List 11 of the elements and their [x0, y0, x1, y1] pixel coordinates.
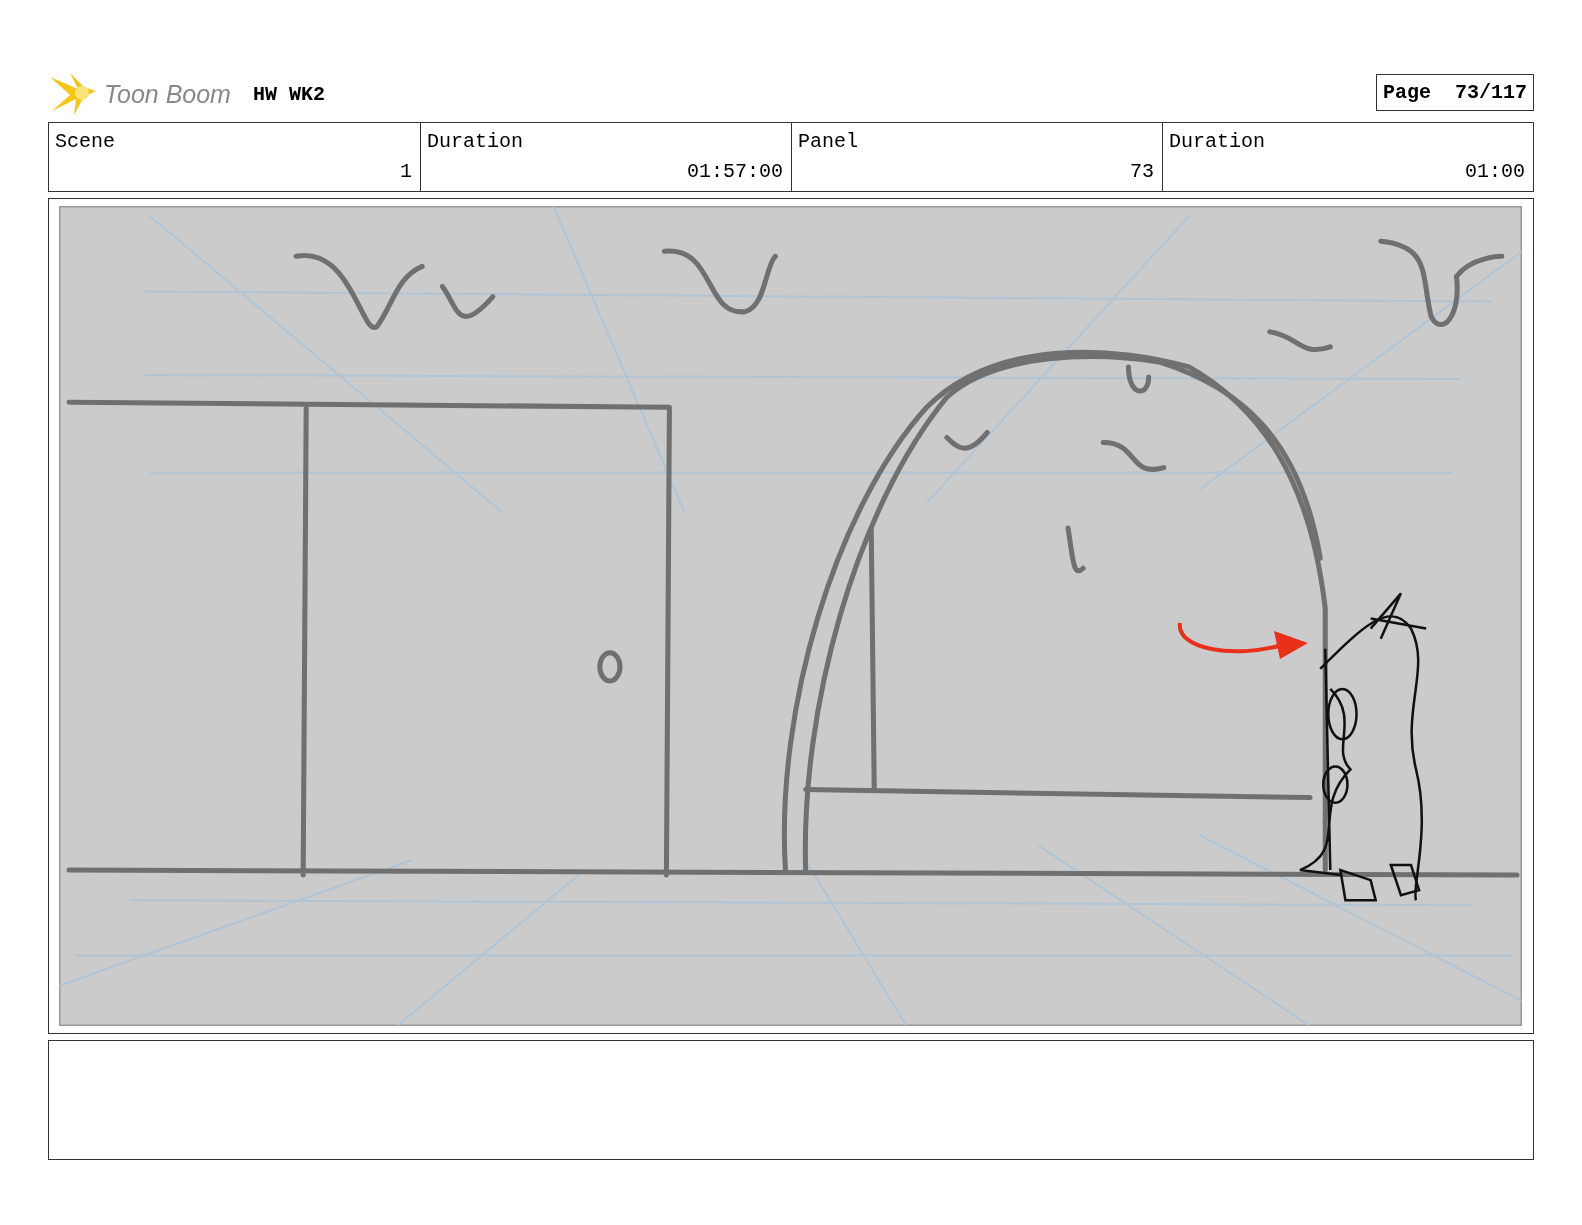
field-label: Duration	[1169, 129, 1266, 155]
field-value: 01:00	[1465, 159, 1525, 185]
field-value: 01:57:00	[687, 159, 783, 185]
project-title: HW WK2	[252, 82, 325, 106]
field-label: Duration	[427, 129, 524, 155]
field-value: 1	[400, 159, 412, 185]
field-label: Panel	[798, 129, 859, 155]
field-label: Scene	[55, 129, 116, 155]
field-value: 73	[1130, 159, 1154, 185]
page-number: Page 73/117	[1375, 73, 1534, 111]
logo-text: Toon Boom	[104, 79, 231, 109]
